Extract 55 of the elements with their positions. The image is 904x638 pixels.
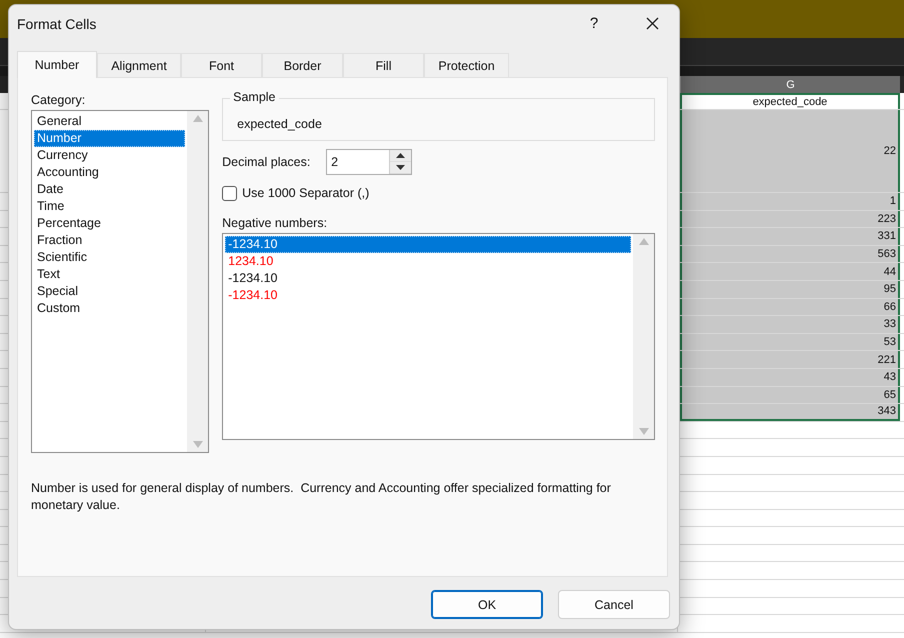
negative-numbers-label: Negative numbers: — [222, 215, 328, 232]
dialog-button[interactable]: OK — [431, 590, 543, 619]
table-cell: 66 — [680, 298, 900, 316]
description-text: Number is used for general display of numbers. Currency and Accounting offer specialized formatting for monetary value. — [31, 480, 612, 514]
list-item[interactable]: 1234.10 — [225, 253, 631, 270]
list-item[interactable]: Percentage — [34, 215, 186, 232]
list-item[interactable]: -1234.10 — [225, 236, 631, 253]
tab[interactable]: Number — [17, 51, 97, 78]
table-cell: 65 — [680, 386, 900, 404]
category-label: Category: — [31, 92, 86, 109]
sample-value: expected_code — [237, 117, 322, 131]
list-item[interactable]: -1234.10 — [225, 270, 631, 287]
tab[interactable]: Alignment — [97, 53, 181, 77]
dialog-button[interactable]: Cancel — [558, 590, 670, 619]
window-title: Format Cells — [17, 16, 98, 32]
up-arrow-icon[interactable] — [396, 153, 406, 158]
table-cell: 1 — [680, 193, 900, 210]
table-cell: 53 — [680, 334, 900, 350]
table-cell: 563 — [680, 246, 900, 262]
tab[interactable]: Border — [262, 53, 343, 77]
table-cell: 343 — [680, 404, 900, 421]
down-arrow-icon[interactable] — [396, 165, 406, 170]
list-item[interactable]: Special — [34, 283, 186, 300]
checkbox[interactable] — [222, 186, 238, 200]
list-item[interactable]: -1234.10 — [225, 287, 631, 304]
sample-label: Sample — [230, 90, 279, 104]
list-item[interactable]: Custom — [34, 300, 186, 317]
list-item[interactable]: Accounting — [34, 164, 186, 181]
tab[interactable]: Protection — [424, 53, 509, 77]
decimal-places-label: Decimal places: — [222, 155, 312, 169]
help-button[interactable]: ? — [571, 8, 617, 40]
list-item[interactable]: Text — [34, 266, 186, 283]
column-header[interactable]: G — [680, 76, 900, 93]
list-item[interactable]: General — [34, 113, 186, 130]
table-cell: 43 — [680, 368, 900, 386]
table-cell: 223 — [680, 210, 900, 228]
decimal-places-spinner[interactable]: 2 — [326, 149, 412, 175]
list-item[interactable]: Scientific — [34, 249, 186, 266]
list-item[interactable]: Number — [34, 130, 186, 147]
table-cell: 44 — [680, 263, 900, 280]
list-item[interactable]: Fraction — [34, 232, 186, 249]
list-item[interactable]: Date — [34, 181, 186, 198]
table-cell: 95 — [680, 280, 900, 298]
tab[interactable]: Fill — [343, 53, 424, 77]
tab[interactable]: Font — [181, 53, 262, 77]
list-item[interactable]: Time — [34, 198, 186, 215]
table-cell: 33 — [680, 316, 900, 333]
close-icon — [646, 17, 658, 30]
category-list[interactable]: General Number Currency Accounting Date Time Percentage Fraction Scientific Text Special Custom — [31, 110, 210, 453]
table-cell: 221 — [680, 351, 900, 368]
checkbox-label[interactable]: Use 1000 Separator (,) — [242, 186, 370, 200]
negative-numbers-list[interactable]: -1234.10 1234.10 -1234.10 -1234.10 — [222, 233, 655, 440]
table-cell: 22 — [680, 110, 900, 192]
table-cell: 331 — [680, 228, 900, 245]
list-item[interactable]: Currency — [34, 147, 186, 164]
